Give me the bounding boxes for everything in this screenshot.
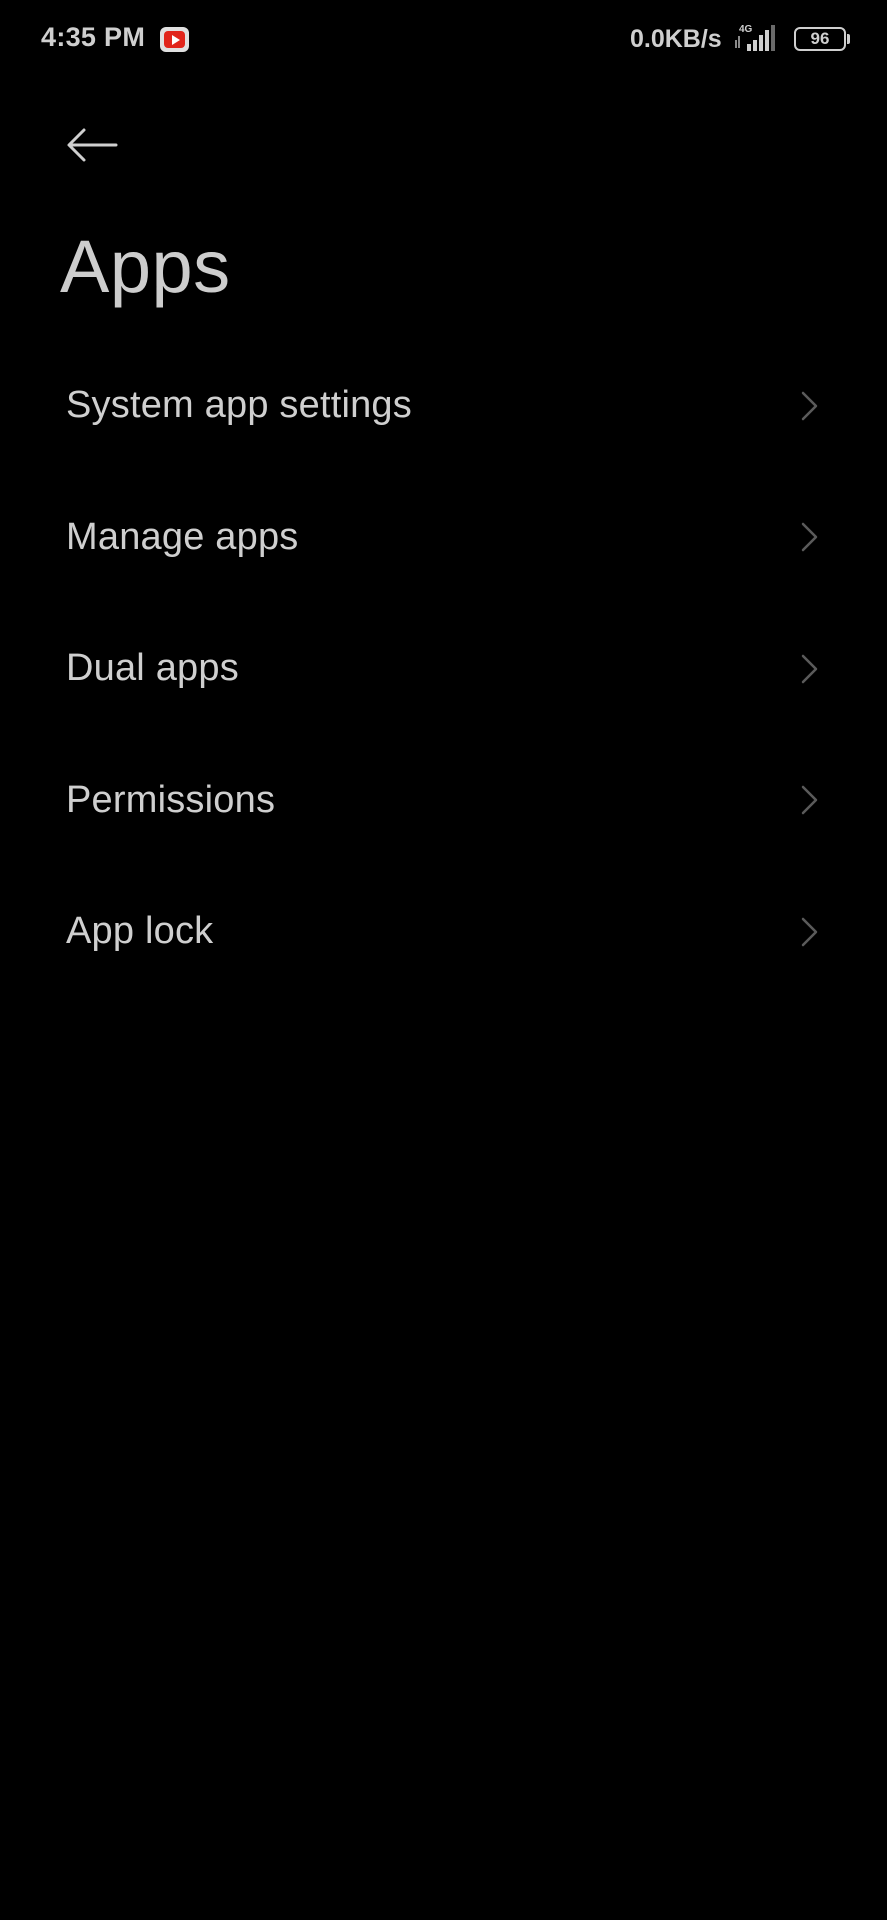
menu-item-dual-apps[interactable]: Dual apps (0, 603, 887, 735)
network-speed: 0.0KB/s (630, 25, 722, 53)
chevron-right-icon (801, 391, 818, 420)
chevron-right-icon (801, 917, 818, 946)
battery-level: 96 (810, 29, 830, 48)
page-title: Apps (60, 225, 231, 308)
menu-item-label: System app settings (66, 384, 412, 427)
menu-item-label: Dual apps (66, 647, 239, 690)
network-type-label: 4G (739, 24, 753, 35)
menu-item-system-app-settings[interactable]: System app settings (0, 340, 887, 472)
menu-item-manage-apps[interactable]: Manage apps (0, 472, 887, 604)
menu-item-label: Manage apps (66, 515, 299, 558)
back-button[interactable] (62, 118, 122, 172)
menu-item-label: Permissions (66, 778, 276, 821)
menu-item-permissions[interactable]: Permissions (0, 735, 887, 867)
settings-menu-list: System app settings Manage apps Dual app… (0, 340, 887, 998)
chevron-right-icon (801, 654, 818, 683)
youtube-icon (160, 27, 189, 52)
menu-item-app-lock[interactable]: App lock (0, 866, 887, 998)
battery-icon: 96 (794, 27, 850, 51)
chevron-right-icon (801, 523, 818, 552)
status-time: 4:35 PM (41, 22, 146, 52)
menu-item-label: App lock (66, 910, 214, 953)
signal-icon: 4G (733, 22, 783, 54)
status-bar: 4:35 PM 0.0KB/s 4G 96 (0, 0, 887, 80)
back-arrow-icon (67, 128, 118, 162)
chevron-right-icon (801, 786, 818, 815)
